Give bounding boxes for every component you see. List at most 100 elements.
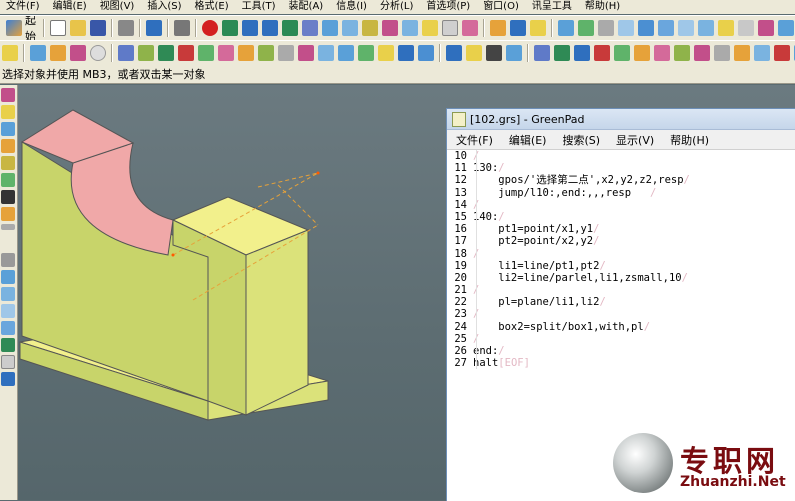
stop-icon[interactable] xyxy=(202,20,218,36)
menu-item[interactable]: 编辑(E) xyxy=(47,0,94,14)
edit-icon[interactable] xyxy=(1,105,15,119)
cube-green-icon[interactable] xyxy=(578,20,594,36)
unite-icon[interactable] xyxy=(298,45,314,61)
zoom-icon[interactable] xyxy=(342,20,358,36)
layer-icon[interactable] xyxy=(402,20,418,36)
pattern-icon[interactable] xyxy=(358,45,374,61)
greenpad-menu-item[interactable]: 编辑(E) xyxy=(500,132,554,148)
section-icon[interactable] xyxy=(574,45,590,61)
tag-icon[interactable] xyxy=(1,139,15,153)
mass-icon[interactable] xyxy=(674,45,690,61)
analysis-icon[interactable] xyxy=(534,45,550,61)
move-icon[interactable] xyxy=(466,45,482,61)
trim-icon[interactable] xyxy=(258,45,274,61)
menu-item[interactable]: 首选项(P) xyxy=(420,0,477,14)
check-icon[interactable] xyxy=(694,45,710,61)
menu-item[interactable]: 插入(S) xyxy=(141,0,188,14)
spline-icon[interactable] xyxy=(70,45,86,61)
blend-icon[interactable] xyxy=(178,45,194,61)
extrude-icon[interactable] xyxy=(118,45,134,61)
menu-item[interactable]: 信息(I) xyxy=(330,0,374,14)
shade-icon[interactable] xyxy=(222,20,238,36)
pen-icon[interactable] xyxy=(1,207,15,221)
menu-item[interactable]: 装配(A) xyxy=(283,0,331,14)
arc-icon[interactable] xyxy=(50,45,66,61)
fit-icon[interactable] xyxy=(322,20,338,36)
draft-icon[interactable] xyxy=(238,45,254,61)
revolve-icon[interactable] xyxy=(138,45,154,61)
monitor-icon[interactable] xyxy=(486,45,502,61)
part-icon[interactable] xyxy=(462,20,478,36)
display-icon[interactable] xyxy=(442,20,458,36)
hole-icon[interactable] xyxy=(738,20,754,36)
new-file-icon[interactable] xyxy=(50,20,66,36)
greenpad-menu-item[interactable]: 帮助(H) xyxy=(661,132,716,148)
boss-icon[interactable] xyxy=(758,20,774,36)
brush-icon[interactable] xyxy=(490,20,506,36)
cube-left4-icon[interactable] xyxy=(1,321,15,335)
table-icon[interactable] xyxy=(530,20,546,36)
scale-icon[interactable] xyxy=(418,45,434,61)
greenpad-menu-item[interactable]: 搜索(S) xyxy=(553,132,607,148)
mirror-icon[interactable] xyxy=(378,45,394,61)
cube-gray-icon[interactable] xyxy=(598,20,614,36)
rotate-icon[interactable] xyxy=(362,20,378,36)
arrow-left-icon[interactable] xyxy=(1,372,15,386)
measure-icon[interactable] xyxy=(554,45,570,61)
view-icon[interactable] xyxy=(282,20,298,36)
cube-blue-icon[interactable] xyxy=(558,20,574,36)
subtract-icon[interactable] xyxy=(318,45,334,61)
menu-item[interactable]: 窗口(O) xyxy=(477,0,526,14)
grid-icon[interactable] xyxy=(506,45,522,61)
sweep-icon[interactable] xyxy=(158,45,174,61)
menu-item[interactable]: 格式(E) xyxy=(189,0,236,14)
sketch-icon[interactable] xyxy=(2,45,18,61)
undo-icon[interactable] xyxy=(146,20,162,36)
start-button[interactable]: 起始 xyxy=(0,16,40,40)
cube-left-icon[interactable] xyxy=(1,270,15,284)
greenpad-menu-item[interactable]: 显示(V) xyxy=(607,132,661,148)
pan-icon[interactable] xyxy=(382,20,398,36)
arrow-icon[interactable] xyxy=(734,45,750,61)
tool-icon[interactable] xyxy=(1,156,15,170)
menu-item[interactable]: 讯呈工具 xyxy=(526,0,579,14)
cut-icon[interactable] xyxy=(118,20,134,36)
print-left-icon[interactable] xyxy=(1,253,15,267)
pin-icon[interactable] xyxy=(1,190,15,204)
menu-item[interactable]: 分析(L) xyxy=(374,0,420,14)
info-icon[interactable] xyxy=(1,122,15,136)
cube-left2-icon[interactable] xyxy=(1,287,15,301)
intersect-icon[interactable] xyxy=(338,45,354,61)
select-icon[interactable] xyxy=(1,88,15,102)
save-icon[interactable] xyxy=(90,20,106,36)
render-icon[interactable] xyxy=(242,20,258,36)
gap-icon[interactable] xyxy=(654,45,670,61)
menu-item[interactable]: 视图(V) xyxy=(94,0,142,14)
grid-left-icon[interactable] xyxy=(1,355,15,369)
deviation-icon[interactable] xyxy=(634,45,650,61)
window-icon[interactable] xyxy=(510,20,526,36)
cylinder-icon[interactable] xyxy=(658,20,674,36)
open-folder-icon[interactable] xyxy=(70,20,86,36)
sphere-icon[interactable] xyxy=(698,20,714,36)
curve-icon[interactable] xyxy=(30,45,46,61)
cube-left3-icon[interactable] xyxy=(1,304,15,318)
cube-light-icon[interactable] xyxy=(618,20,634,36)
greenpad-menu-item[interactable]: 文件(F) xyxy=(447,132,500,148)
offset-icon[interactable] xyxy=(398,45,414,61)
view2-icon[interactable] xyxy=(302,20,318,36)
chamfer-icon[interactable] xyxy=(198,45,214,61)
shell-icon[interactable] xyxy=(218,45,234,61)
split-icon[interactable] xyxy=(278,45,294,61)
wcs-icon[interactable] xyxy=(422,20,438,36)
feature-icon[interactable] xyxy=(718,20,734,36)
print-icon[interactable] xyxy=(174,20,190,36)
circle-icon[interactable] xyxy=(90,45,106,61)
pocket-icon[interactable] xyxy=(778,20,794,36)
cone-icon[interactable] xyxy=(678,20,694,36)
curvature-icon[interactable] xyxy=(594,45,610,61)
menu-item[interactable]: 帮助(H) xyxy=(579,0,627,14)
edit-feature-icon[interactable] xyxy=(446,45,462,61)
refresh-icon[interactable] xyxy=(1,338,15,352)
menu-item[interactable]: 文件(F) xyxy=(0,0,47,14)
